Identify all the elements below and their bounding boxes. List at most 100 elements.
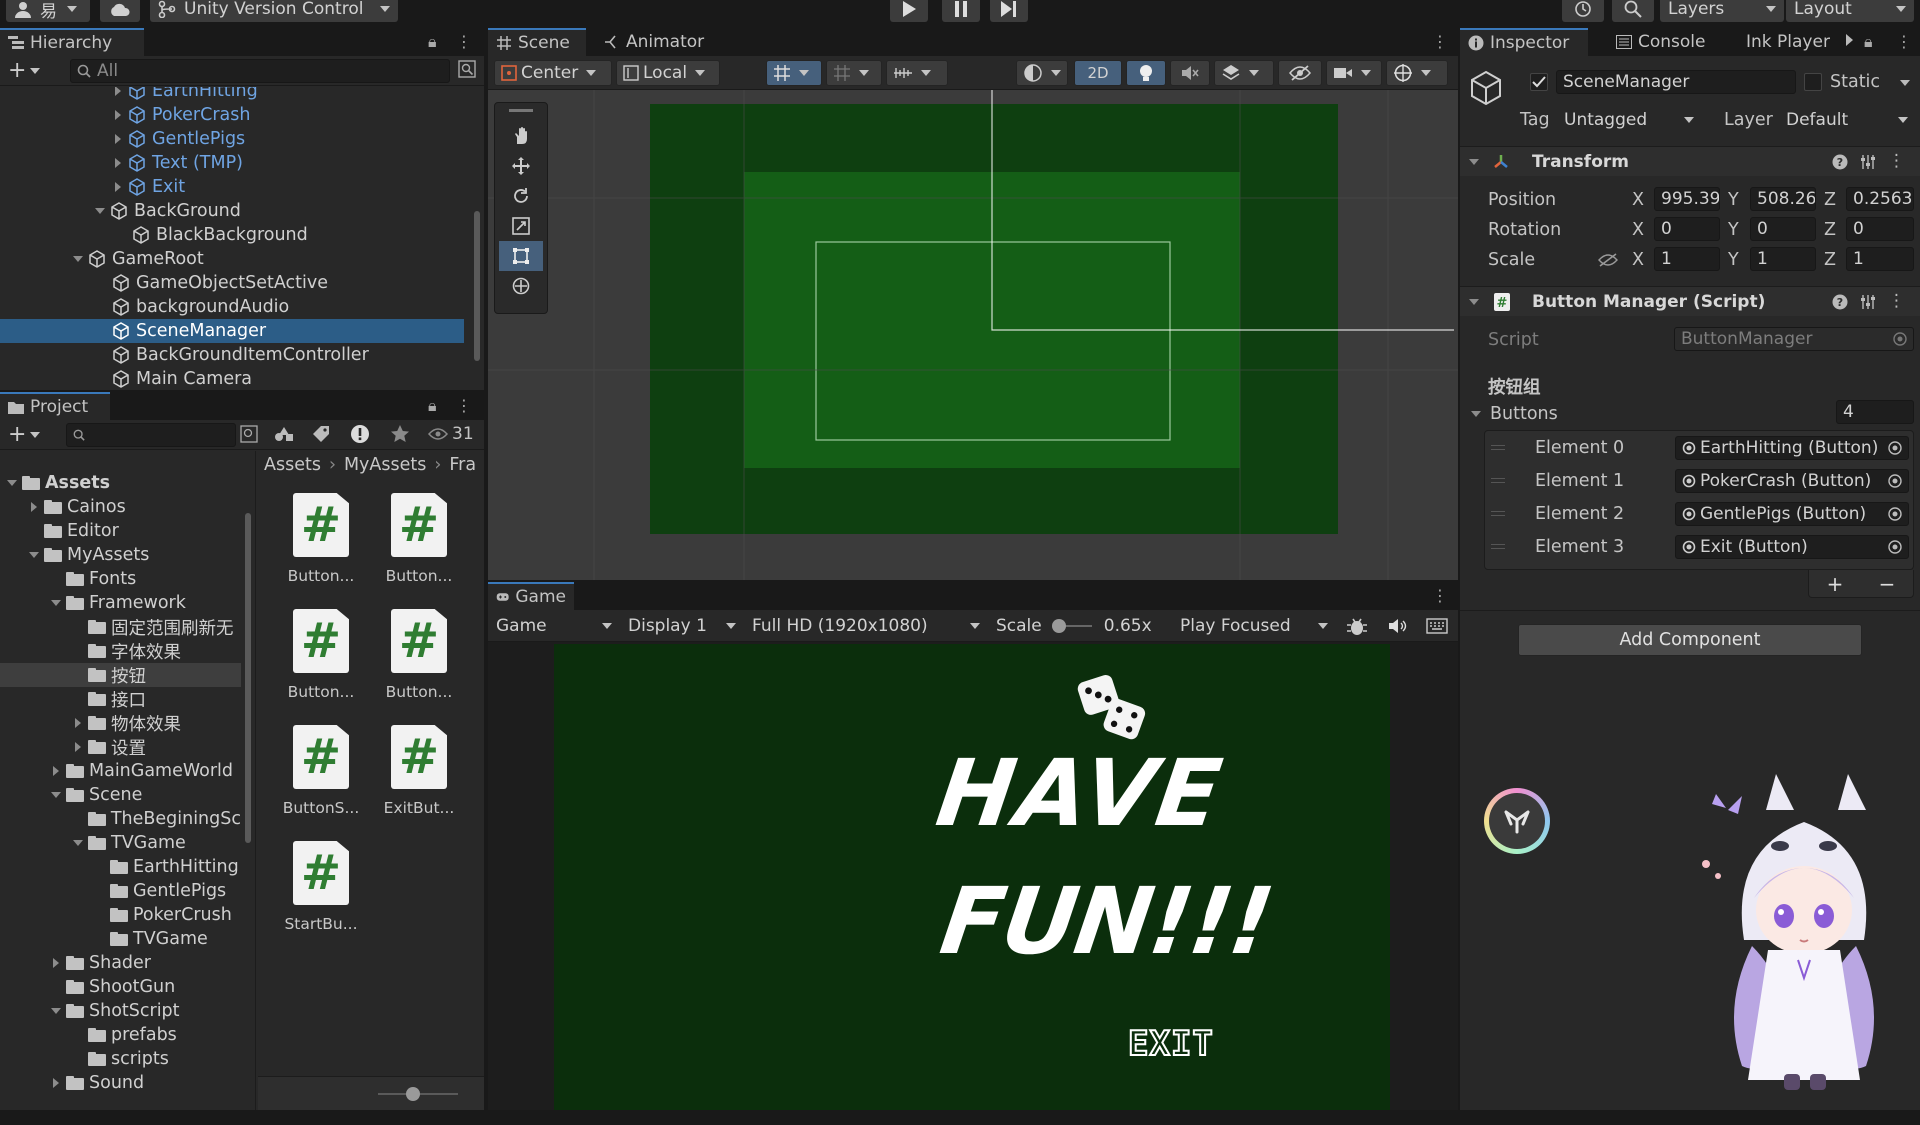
folder-item[interactable]: Cainos [0, 495, 241, 519]
grid-snap-toggle[interactable] [766, 60, 822, 86]
breadcrumb-item[interactable]: Fra [449, 455, 476, 475]
folder-item[interactable]: Framework [0, 591, 241, 615]
element-object-field[interactable]: PokerCrash (Button) [1675, 469, 1909, 493]
resolution-dropdown[interactable]: Full HD (1920x1080) [746, 613, 986, 639]
tree-item[interactable]: GentlePigs [0, 127, 470, 151]
folder-item[interactable]: EarthHitting [0, 855, 241, 879]
tab-overflow-icon[interactable] [1846, 34, 1853, 46]
tab-ink-player[interactable]: Ink Player [1738, 28, 1858, 56]
tree-item[interactable]: Text (TMP) [0, 151, 470, 175]
position-y-field[interactable]: 508.26 [1750, 187, 1816, 211]
tab-animator[interactable]: Animator [596, 28, 716, 56]
folder-item[interactable]: Shader [0, 951, 241, 975]
assistant-logo-icon[interactable] [1484, 788, 1550, 854]
lighting-toggle[interactable] [1126, 60, 1166, 86]
pause-button[interactable] [942, 0, 980, 22]
transform-tool-button[interactable] [499, 271, 543, 301]
lock-icon[interactable]: 🔒︎ [1864, 32, 1873, 52]
label-icon[interactable] [312, 425, 330, 443]
tree-item[interactable]: BackGround [0, 199, 470, 223]
folder-item[interactable]: TheBeginingSc [0, 807, 241, 831]
component-menu-icon[interactable]: ⋮ [1888, 291, 1905, 311]
folder-item[interactable]: ShotScript [0, 999, 241, 1023]
gizmos-dropdown[interactable] [1386, 60, 1448, 86]
position-z-field[interactable]: 0.2563 [1846, 187, 1914, 211]
scene-viewport[interactable] [488, 90, 1458, 580]
help-icon[interactable]: ? [1832, 294, 1848, 310]
camera-dropdown[interactable] [1326, 60, 1382, 86]
folder-item[interactable]: Editor [0, 519, 241, 543]
project-search-input[interactable] [66, 423, 236, 447]
tree-item[interactable]: Exit [0, 175, 470, 199]
object-picker-icon[interactable] [1888, 540, 1902, 554]
version-control-dropdown[interactable]: Unity Version Control [150, 0, 398, 22]
folder-item[interactable]: MyAssets [0, 543, 241, 567]
object-name-field[interactable]: SceneManager [1556, 70, 1796, 94]
rect-tool-button[interactable] [499, 241, 543, 271]
buttons-array-foldout[interactable]: Buttons [1470, 404, 1558, 424]
folder-item[interactable]: Assets [0, 471, 241, 495]
component-menu-icon[interactable]: ⋮ [1888, 151, 1905, 171]
tab-scene[interactable]: Scene [488, 28, 586, 56]
play-button[interactable] [890, 0, 928, 22]
preset-icon[interactable] [1860, 154, 1876, 170]
effects-dropdown[interactable] [1214, 60, 1274, 86]
element-object-field[interactable]: GentlePigs (Button) [1675, 502, 1909, 526]
folder-item-selected[interactable]: 按钮 [0, 663, 241, 687]
project-tree-scrollbar[interactable] [243, 453, 253, 1093]
add-element-button[interactable]: + [1827, 572, 1844, 596]
drag-handle-icon[interactable] [1491, 478, 1505, 483]
transform-header[interactable]: Transform ? ⋮ [1460, 146, 1920, 176]
object-picker-icon[interactable] [1888, 441, 1902, 455]
folder-item[interactable]: Scene [0, 783, 241, 807]
game-view[interactable]: HAVE FUN!!! EXIT [554, 644, 1390, 1110]
more-options-icon[interactable]: ⋮ [1896, 32, 1912, 51]
display-dropdown[interactable]: Display 1 [622, 613, 742, 639]
folder-item[interactable]: MainGameWorld [0, 759, 241, 783]
lock-icon[interactable]: 🔒︎ [428, 32, 437, 52]
rotation-x-field[interactable]: 0 [1654, 217, 1720, 241]
draw-mode-dropdown[interactable] [1016, 60, 1068, 86]
stats-toggle[interactable] [1346, 617, 1368, 637]
tab-hierarchy[interactable]: Hierarchy [0, 28, 144, 56]
tree-item[interactable]: EarthHitting [0, 87, 470, 103]
game-view-dropdown[interactable]: Game [490, 613, 618, 639]
tree-item[interactable]: GameRoot [0, 247, 470, 271]
scale-slider-track[interactable] [1051, 619, 1092, 633]
move-tool-button[interactable] [499, 151, 543, 181]
scale-z-field[interactable]: 1 [1846, 247, 1914, 271]
step-button[interactable] [990, 0, 1028, 22]
dice-icon[interactable] [1076, 672, 1148, 744]
layers-dropdown[interactable]: Layers [1660, 0, 1784, 22]
constrain-proportions-icon[interactable] [1598, 253, 1618, 267]
search-button[interactable] [1612, 0, 1654, 22]
mute-audio-toggle[interactable] [1388, 618, 1408, 634]
script-component-header[interactable]: # Button Manager (Script) ? ⋮ [1460, 286, 1920, 316]
rotation-y-field[interactable]: 0 [1750, 217, 1816, 241]
scale-x-field[interactable]: 1 [1654, 247, 1720, 271]
tree-item[interactable]: PokerCrash [0, 103, 470, 127]
audio-toggle[interactable] [1170, 60, 1210, 86]
folder-item[interactable]: scripts [0, 1047, 241, 1071]
add-component-button[interactable]: Add Component [1518, 624, 1862, 656]
object-picker-icon[interactable] [1888, 474, 1902, 488]
more-options-icon[interactable]: ⋮ [1432, 32, 1448, 51]
object-picker-icon[interactable] [1888, 507, 1902, 521]
scale-slider-handle[interactable] [1051, 619, 1066, 633]
tab-inspector[interactable]: Inspector [1460, 28, 1588, 56]
hand-tool-button[interactable] [499, 121, 543, 151]
drag-handle-icon[interactable] [1491, 544, 1505, 549]
script-asset[interactable]: # ExitBut... [374, 725, 464, 835]
space-dropdown[interactable]: Local [616, 60, 720, 86]
folder-item[interactable]: prefabs [0, 1023, 241, 1047]
search-by-type-icon[interactable] [240, 425, 258, 443]
play-mode-dropdown[interactable]: Play Focused [1174, 613, 1334, 639]
hidden-packages-toggle[interactable]: 31 [428, 424, 474, 444]
tag-dropdown[interactable]: Untagged [1558, 108, 1700, 132]
preset-icon[interactable] [1860, 294, 1876, 310]
filter-type-icon[interactable] [274, 425, 294, 443]
icon-size-slider-handle[interactable] [406, 1087, 420, 1101]
static-checkbox[interactable] [1804, 73, 1822, 91]
snap-increment-toggle[interactable] [826, 60, 882, 86]
script-asset[interactable]: # Button... [374, 609, 464, 719]
